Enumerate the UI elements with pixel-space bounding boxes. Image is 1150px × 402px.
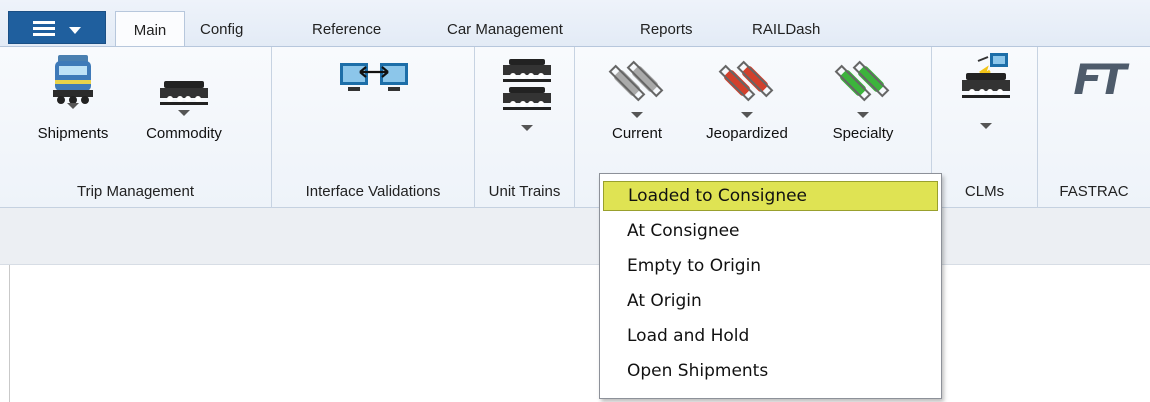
red-fuses-icon <box>718 60 774 102</box>
menu-item-loaded-to-consignee[interactable]: Loaded to Consignee <box>603 181 938 211</box>
unit-trains-button[interactable] <box>499 53 555 133</box>
ribbon: Shipments Commodity Trip Management Inte… <box>0 46 1150 208</box>
group-label-clms: CLMs <box>964 183 1005 200</box>
status-dropdown-menu: Loaded to Consignee At Consignee Empty t… <box>599 173 942 399</box>
locomotive-icon <box>53 55 93 104</box>
chevron-down-icon <box>631 112 643 118</box>
specialty-button[interactable]: Specialty <box>833 53 893 148</box>
chevron-down-icon <box>67 103 79 109</box>
menu-item-empty-to-origin[interactable]: Empty to Origin <box>603 251 938 281</box>
gray-fuses-icon <box>608 60 664 102</box>
chevron-down-icon <box>857 112 869 118</box>
current-label: Current <box>611 125 663 142</box>
interface-validations-button[interactable] <box>336 57 412 117</box>
railcar-signal-icon <box>962 53 1010 98</box>
tab-car-management[interactable]: Car Management <box>447 14 563 46</box>
group-label-interface-validations: Interface Validations <box>305 183 441 200</box>
stacked-railcars-icon <box>503 59 551 110</box>
menu-item-at-origin[interactable]: At Origin <box>603 286 938 316</box>
chevron-down-icon <box>69 27 81 34</box>
group-trip-management: Shipments Commodity Trip Management <box>0 47 272 208</box>
group-clms[interactable]: CLMs <box>932 47 1038 208</box>
app-menu-button[interactable] <box>8 11 106 44</box>
menu-item-load-and-hold[interactable]: Load and Hold <box>603 321 938 351</box>
group-label-unit-trains: Unit Trains <box>488 183 561 200</box>
ribbon-tab-bar: Main Config Reference Car Management Rep… <box>0 0 1150 47</box>
tab-reports[interactable]: Reports <box>640 14 693 46</box>
content-panel <box>9 265 1150 402</box>
tab-config[interactable]: Config <box>200 14 243 46</box>
chevron-down-icon <box>741 112 753 118</box>
toolbar-strip <box>0 208 1150 265</box>
group-label-fastrac: FASTRAC <box>1059 183 1129 200</box>
commodity-label: Commodity <box>146 125 222 142</box>
menu-item-at-consignee[interactable]: At Consignee <box>603 216 938 246</box>
shipments-label: Shipments <box>37 125 109 142</box>
fastrac-logo: FT <box>1073 55 1126 104</box>
commodity-button[interactable]: Commodity <box>146 53 222 148</box>
monitors-transfer-icon <box>340 63 408 91</box>
jeopardized-button[interactable]: Jeopardized <box>706 53 788 148</box>
tab-reference[interactable]: Reference <box>312 14 381 46</box>
jeopardized-label: Jeopardized <box>706 125 788 142</box>
tab-main[interactable]: Main <box>115 11 185 47</box>
group-label-trip-management: Trip Management <box>77 183 194 200</box>
group-unit-trains[interactable]: Unit Trains <box>475 47 575 208</box>
specialty-label: Specialty <box>832 125 894 142</box>
group-interface-validations[interactable]: Interface Validations <box>272 47 475 208</box>
hamburger-menu-icon <box>33 21 55 37</box>
shipments-button[interactable]: Shipments <box>38 53 108 148</box>
chevron-down-icon <box>980 123 992 129</box>
tab-raildash[interactable]: RAILDash <box>752 14 820 46</box>
fastrac-button[interactable]: FT <box>1066 55 1130 115</box>
current-button[interactable]: Current <box>607 53 667 148</box>
group-fastrac[interactable]: FT FASTRAC <box>1038 47 1150 208</box>
chevron-down-icon <box>521 125 533 131</box>
green-fuses-icon <box>834 60 890 102</box>
chevron-down-icon <box>178 110 190 116</box>
clms-button[interactable] <box>958 51 1014 131</box>
menu-item-open-shipments[interactable]: Open Shipments <box>603 356 938 386</box>
